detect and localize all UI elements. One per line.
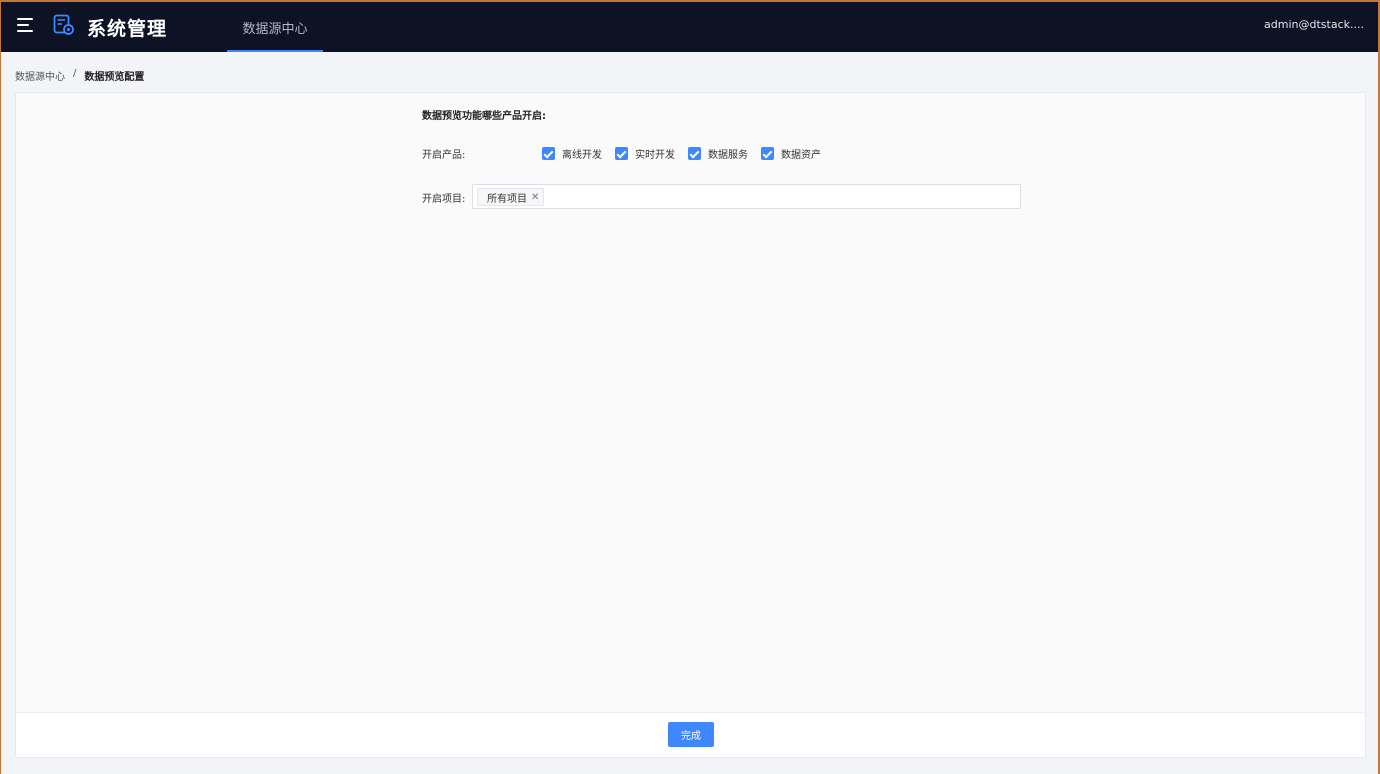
breadcrumb-parent-link[interactable]: 数据源中心 xyxy=(15,68,65,83)
project-tag-label: 所有项目 xyxy=(487,193,527,205)
checkbox-label: 数据服务 xyxy=(708,150,748,161)
checkbox-checked-icon[interactable] xyxy=(761,147,774,160)
checkbox-data-assets[interactable]: 数据资产 xyxy=(761,146,821,161)
checkbox-offline-dev[interactable]: 离线开发 xyxy=(542,146,602,161)
breadcrumb-current: 数据预览配置 xyxy=(84,72,145,83)
breadcrumb-separator: / xyxy=(73,68,77,79)
system-management-icon xyxy=(53,14,74,35)
done-button[interactable]: 完成 xyxy=(668,722,714,747)
projects-label: 开启项目: xyxy=(422,194,466,205)
nav-tab-datasource-center[interactable]: 数据源中心 xyxy=(227,2,323,52)
products-label: 开启产品: xyxy=(422,150,466,161)
checkbox-label: 数据资产 xyxy=(781,150,821,161)
config-panel: 数据预览功能哪些产品开启: 开启产品: 离线开发 实时开发 数据服务 数据资产 … xyxy=(15,92,1366,758)
checkbox-label: 离线开发 xyxy=(562,150,602,161)
checkbox-checked-icon[interactable] xyxy=(688,147,701,160)
checkbox-data-service[interactable]: 数据服务 xyxy=(688,146,748,161)
top-navigation-bar: 系统管理 数据源中心 admin@dtstack.... xyxy=(1,0,1378,52)
project-tag: 所有项目 ✕ xyxy=(477,188,545,206)
checkbox-checked-icon[interactable] xyxy=(542,147,555,160)
close-icon[interactable]: ✕ xyxy=(531,192,539,203)
app-title: 系统管理 xyxy=(87,18,168,40)
section-title: 数据预览功能哪些产品开启: xyxy=(422,111,546,122)
checkbox-label: 实时开发 xyxy=(635,150,675,161)
user-account-menu[interactable]: admin@dtstack.... xyxy=(1264,18,1364,31)
products-checkbox-group: 离线开发 实时开发 数据服务 数据资产 xyxy=(542,146,834,161)
checkbox-realtime-dev[interactable]: 实时开发 xyxy=(615,146,675,161)
panel-footer: 完成 xyxy=(16,712,1365,757)
hamburger-menu-icon[interactable] xyxy=(17,18,33,32)
breadcrumb: 数据源中心 / 数据预览配置 xyxy=(15,68,144,83)
projects-multi-select[interactable]: 所有项目 ✕ xyxy=(472,184,1021,209)
checkbox-checked-icon[interactable] xyxy=(615,147,628,160)
